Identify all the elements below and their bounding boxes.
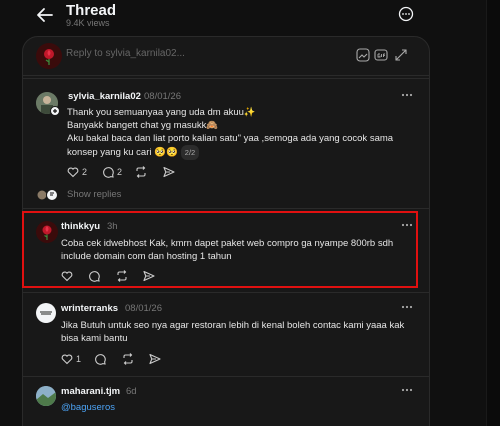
repost-button[interactable]: [116, 270, 128, 282]
send-icon: [143, 270, 155, 282]
header: Thread 9.4K views: [0, 0, 500, 34]
repost-icon: [117, 270, 127, 282]
like-count: 2: [82, 167, 88, 177]
post-text: Jika Butuh untuk seo nya agar restoran l…: [61, 319, 416, 345]
post-line: Banyakk bangett chat yg masukk🙈: [67, 120, 219, 131]
reply-button[interactable]: [88, 270, 100, 282]
repost-icon: [136, 166, 146, 178]
post-options-icon[interactable]: [400, 304, 414, 310]
reply-composer: [22, 36, 430, 76]
like-count: 1: [76, 354, 82, 364]
post-line: include domain com dan hosting 1 tahun: [61, 251, 232, 262]
reply-input[interactable]: [66, 48, 316, 59]
post-username[interactable]: thinkkyu: [61, 221, 100, 232]
heart-icon: [61, 354, 73, 365]
page-title: Thread: [66, 2, 117, 19]
post-date: 6d: [126, 386, 137, 397]
comment-icon: [95, 354, 106, 365]
post-username[interactable]: sylvia_karnila02: [68, 91, 141, 102]
post-date: 3h: [107, 221, 118, 232]
scrollbar-track[interactable]: [486, 0, 500, 426]
post-text: Coba cek idwebhost Kak, kmrn dapet paket…: [61, 237, 411, 263]
expand-icon[interactable]: [394, 48, 408, 62]
avatar[interactable]: [36, 386, 56, 406]
heart-icon: [67, 167, 79, 178]
more-options-icon[interactable]: [398, 6, 414, 22]
send-icon: [163, 166, 175, 178]
share-button[interactable]: [163, 166, 175, 178]
repost-icon: [123, 353, 133, 365]
send-icon: [149, 353, 161, 365]
post-options-icon[interactable]: [400, 92, 414, 98]
gif-icon[interactable]: [374, 48, 388, 62]
post-text: Thank you semuanyaa yang uda dm akuu✨ Ba…: [67, 106, 407, 160]
show-replies-link[interactable]: Show replies: [67, 189, 121, 200]
post-username[interactable]: maharani.tjm: [61, 386, 120, 397]
heart-icon: [61, 271, 73, 282]
post-options-icon[interactable]: [400, 222, 414, 228]
share-button[interactable]: [143, 270, 155, 282]
mention-link[interactable]: @baguseros: [61, 401, 115, 414]
share-button[interactable]: [149, 353, 161, 365]
like-button[interactable]: 2: [67, 166, 87, 178]
view-count: 9.4K views: [66, 18, 110, 28]
like-button[interactable]: [61, 270, 73, 282]
follow-plus-icon[interactable]: [50, 106, 60, 116]
avatar[interactable]: [36, 221, 58, 243]
rose-avatar-icon: [42, 225, 52, 240]
image-icon[interactable]: [356, 48, 370, 62]
divider: [22, 292, 430, 293]
rose-avatar-icon: [44, 49, 54, 65]
divider: [22, 376, 430, 377]
replier-avatars: [36, 188, 62, 201]
reply-button[interactable]: [94, 353, 106, 365]
post-date: 08/01/26: [125, 303, 162, 314]
post-date: 08/01/26: [144, 91, 181, 102]
divider: [22, 78, 430, 79]
back-arrow-icon[interactable]: [36, 6, 54, 24]
repost-button[interactable]: [135, 166, 147, 178]
like-button[interactable]: 1: [61, 353, 81, 365]
avatar[interactable]: [36, 303, 56, 323]
page-badge: 2/2: [180, 145, 200, 160]
divider: [22, 208, 430, 209]
post-line: Jika Butuh untuk seo nya agar restoran l…: [61, 320, 405, 331]
comment-icon: [89, 271, 100, 282]
avatar: [36, 43, 62, 69]
repost-button[interactable]: [122, 353, 134, 365]
post-line: bisa kami bantu: [61, 333, 128, 344]
post-line: Aku bakal baca dan liat porto kalian sat…: [67, 133, 394, 144]
stacked-avatars-icon: [36, 189, 58, 201]
brand-logo-avatar-icon: [40, 311, 52, 315]
reply-count: 2: [117, 167, 123, 177]
landscape-avatar-icon: [36, 386, 56, 406]
post-line: Coba cek idwebhost Kak, kmrn dapet paket…: [61, 238, 394, 249]
comment-icon: [103, 167, 114, 178]
post-username[interactable]: wrinterranks: [61, 303, 118, 314]
post-options-icon[interactable]: [400, 387, 414, 393]
post-line: Thank you semuanyaa yang uda dm akuu✨: [67, 107, 256, 118]
post-line: konsep yang ku cari 🥺🥺: [67, 147, 178, 159]
reply-button[interactable]: 2: [102, 166, 122, 178]
